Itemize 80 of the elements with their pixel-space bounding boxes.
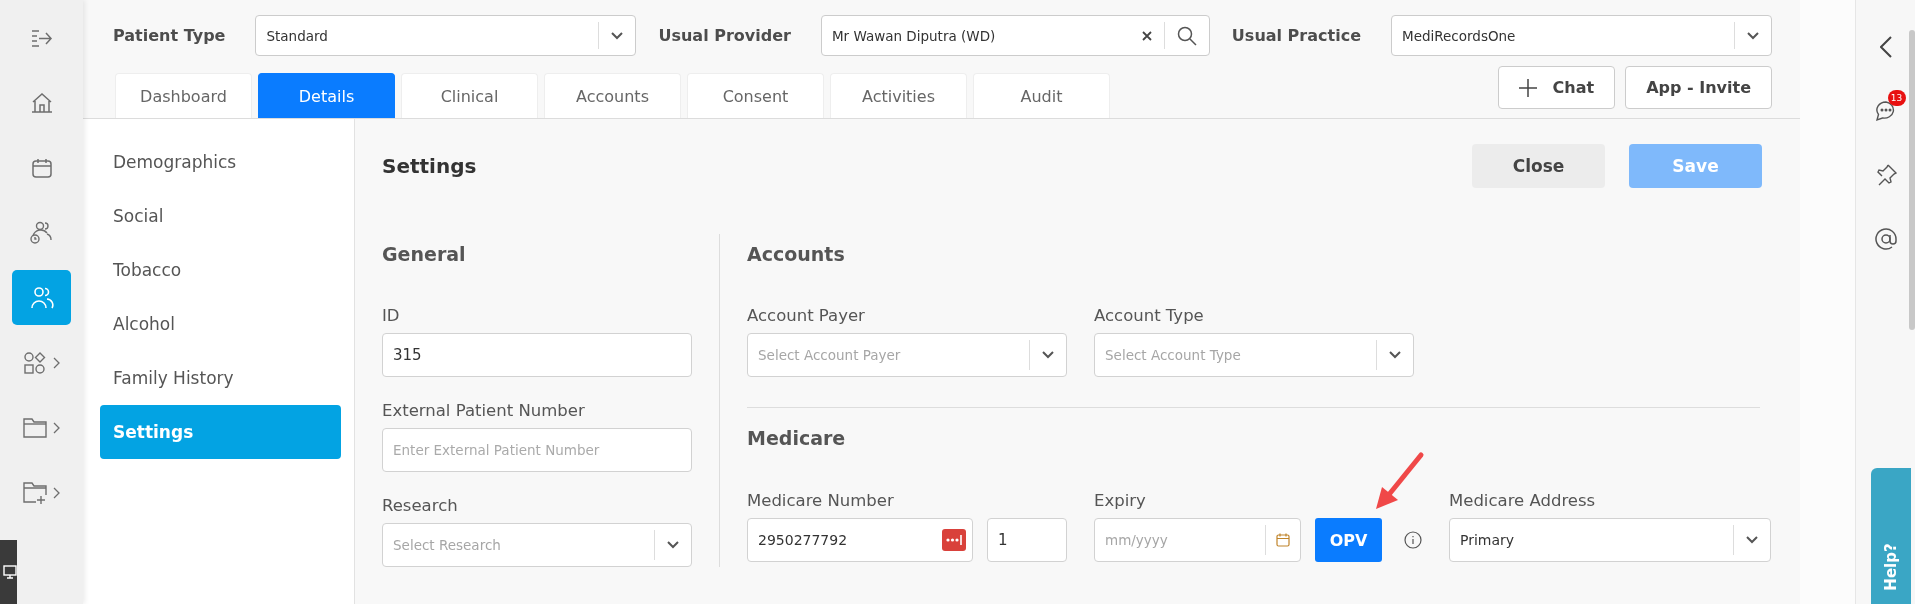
- input-field[interactable]: 2950277792: [747, 518, 973, 562]
- input-field[interactable]: 315: [382, 333, 692, 377]
- pin-icon[interactable]: [1874, 164, 1897, 186]
- field-label: Medicare Number: [747, 490, 895, 512]
- opv-button[interactable]: OPV: [1315, 518, 1382, 562]
- chat-bubble-icon[interactable]: [1874, 100, 1897, 122]
- field-label: External Patient Number: [382, 400, 586, 422]
- people-clock-icon: [29, 220, 54, 245]
- field-label: Usual Practice: [1231, 26, 1361, 45]
- placeholder-text: mm/yyyy: [1105, 532, 1169, 548]
- field-value: 2950277792: [758, 532, 849, 548]
- submenu-item[interactable]: Tobacco: [100, 243, 341, 297]
- field-value: Primary: [1460, 532, 1516, 548]
- select-field[interactable]: Primary: [1449, 518, 1771, 562]
- submenu-item[interactable]: Alcohol: [100, 297, 341, 351]
- clear-icon[interactable]: [1141, 30, 1152, 41]
- tab[interactable]: Clinical: [401, 73, 538, 118]
- header-button[interactable]: App - Invite: [1625, 66, 1772, 109]
- section-heading: Accounts: [747, 242, 846, 267]
- field-label: Medicare Address: [1449, 490, 1597, 512]
- desktop-tab[interactable]: [0, 540, 17, 604]
- tab[interactable]: Activities: [830, 73, 967, 118]
- monitor-icon: [3, 564, 17, 580]
- annotation-arrow: [1373, 451, 1425, 511]
- field-value: Mr Wawan Diputra (WD): [831, 27, 997, 44]
- field-label: Patient Type: [113, 26, 226, 45]
- select-field[interactable]: Standard: [255, 15, 637, 56]
- placeholder-text: Select Research: [393, 537, 502, 553]
- submenu-item[interactable]: Family History: [100, 351, 341, 405]
- field-value: MediRecordsOne: [1402, 27, 1517, 44]
- search-icon[interactable]: [1176, 25, 1197, 46]
- folder-plus-icon: [23, 481, 47, 504]
- placeholder-text: Select Account Payer: [758, 347, 902, 363]
- plus-icon: [1518, 78, 1537, 97]
- field-label: Account Type: [1094, 305, 1205, 327]
- tab[interactable]: Consent: [687, 73, 824, 118]
- chevron-down-icon: [1389, 351, 1401, 359]
- placeholder-text: Select Account Type: [1105, 347, 1242, 363]
- field-label: Expiry: [1094, 490, 1147, 512]
- section-heading: Medicare: [747, 426, 847, 451]
- tab[interactable]: Details: [258, 73, 395, 118]
- input-field[interactable]: 1: [987, 518, 1067, 562]
- at-sign-icon[interactable]: [1874, 228, 1897, 250]
- header-button[interactable]: Chat: [1497, 66, 1616, 109]
- people-icon: [29, 286, 54, 309]
- field-label: Account Payer: [747, 305, 866, 327]
- field-label: Usual Provider: [658, 26, 791, 45]
- home-icon: [30, 92, 53, 113]
- action-button[interactable]: Close: [1472, 144, 1605, 188]
- menu-expand-icon: [30, 28, 53, 47]
- chevron-down-icon: [667, 541, 679, 549]
- submenu-item[interactable]: Social: [100, 189, 341, 243]
- tab[interactable]: Dashboard: [115, 73, 252, 118]
- calendar-icon[interactable]: [1276, 533, 1290, 547]
- password-dots-icon[interactable]: [942, 529, 966, 551]
- chevron-right-icon: [53, 421, 60, 434]
- shapes-icon: [23, 351, 47, 374]
- select-field[interactable]: Mr Wawan Diputra (WD): [820, 15, 1210, 56]
- input-field[interactable]: Enter External Patient Number: [382, 428, 692, 472]
- nav-item[interactable]: [12, 270, 71, 325]
- chevron-right-icon: [53, 356, 60, 369]
- field-label: Research: [382, 495, 459, 517]
- chevron-down-icon: [1746, 536, 1758, 544]
- chevron-right-icon: [53, 486, 60, 499]
- folder-icon: [23, 417, 47, 438]
- page-title: Settings: [382, 154, 477, 178]
- submenu-item[interactable]: Demographics: [100, 135, 341, 189]
- tab[interactable]: Audit: [973, 73, 1110, 118]
- section-heading: General: [382, 242, 467, 267]
- chevron-down-icon: [1042, 351, 1054, 359]
- field-value: Standard: [266, 27, 329, 44]
- chevron-left-icon[interactable]: [1879, 36, 1892, 58]
- notification-badge: 13: [1887, 90, 1906, 106]
- chevron-down-icon: [611, 31, 624, 40]
- calendar-icon: [31, 157, 52, 178]
- info-icon[interactable]: [1404, 531, 1422, 549]
- select-field[interactable]: MediRecordsOne: [1391, 15, 1772, 56]
- tab[interactable]: Accounts: [544, 73, 681, 118]
- chevron-down-icon: [1747, 31, 1759, 40]
- field-label: ID: [382, 305, 401, 327]
